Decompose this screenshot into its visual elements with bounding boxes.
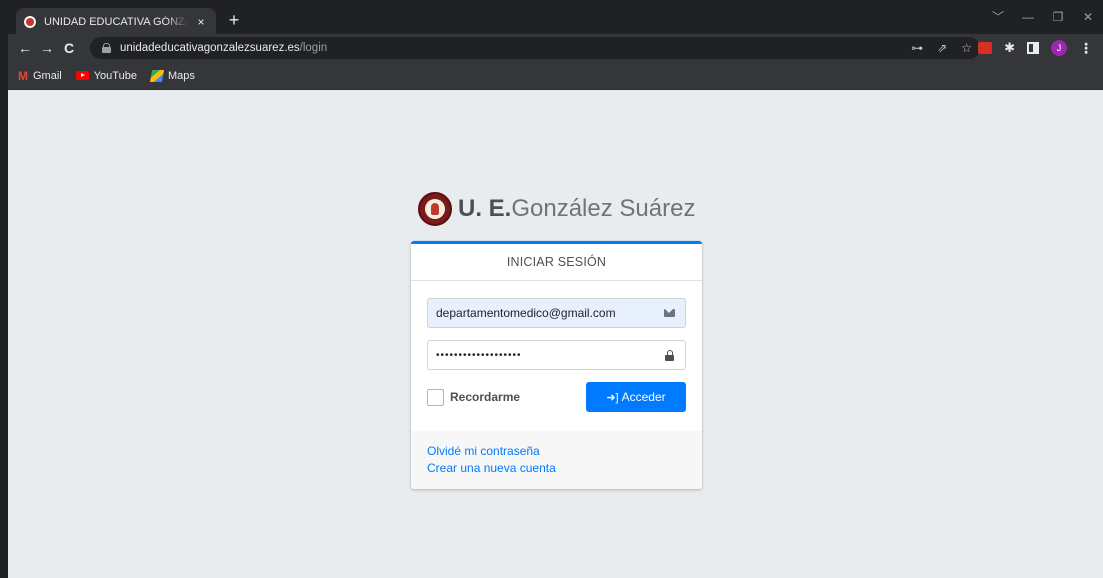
remember-checkbox[interactable] [427, 388, 444, 406]
extension-area: ✱ J ⋮ [978, 34, 1093, 62]
extension-icon[interactable] [978, 42, 993, 54]
login-button-label: Acceder [621, 390, 666, 404]
profile-avatar[interactable]: J [1051, 40, 1067, 56]
forgot-password-link[interactable]: Olvidé mi contraseña [427, 443, 686, 460]
password-group [427, 340, 686, 370]
email-field[interactable] [427, 298, 654, 328]
bookmark-label: Maps [167, 69, 195, 82]
bookmark-label: Gmail [33, 69, 62, 82]
share-icon[interactable]: ⇗ [937, 41, 947, 55]
envelope-icon [664, 309, 675, 317]
brand-name: González Suárez [511, 195, 696, 222]
bookmark-star-icon[interactable]: ☆ [961, 41, 972, 55]
bookmark-label: YouTube [93, 69, 137, 82]
browser-tab[interactable]: UNIDAD EDUCATIVA GÓNZALEZ × [16, 8, 216, 35]
password-field[interactable] [427, 340, 654, 370]
login-card-header: INICIAR SESIÓN [411, 244, 702, 281]
email-group [427, 298, 686, 328]
padlock-icon [665, 349, 674, 361]
login-form: Recordarme ➜] Acceder [411, 281, 702, 431]
register-link[interactable]: Crear una nueva cuenta [427, 460, 686, 477]
new-tab-button[interactable]: + [224, 10, 244, 30]
window-controls: ﹀ — ❐ ✕ [983, 6, 1103, 34]
login-card-footer: Olvidé mi contraseña Crear una nueva cue… [411, 431, 702, 489]
tab-search-icon[interactable]: ﹀ [983, 6, 1013, 34]
login-card: INICIAR SESIÓN Recordarme [411, 241, 702, 489]
brand-short: U. E. [458, 195, 512, 222]
bookmark-youtube[interactable]: YouTube [75, 69, 137, 82]
form-actions: Recordarme ➜] Acceder [427, 382, 686, 412]
login-button[interactable]: ➜] Acceder [586, 382, 686, 412]
close-window-icon[interactable]: ✕ [1073, 6, 1103, 34]
tab-close-icon[interactable]: × [194, 15, 208, 29]
site-favicon-icon [24, 15, 36, 28]
tab-strip: UNIDAD EDUCATIVA GÓNZALEZ × + ﹀ — ❐ ✕ [8, 6, 1103, 35]
page-content: U. E. González Suárez INICIAR SESIÓN dep… [8, 90, 1103, 578]
sign-in-icon: ➜] [606, 391, 619, 404]
restore-icon[interactable]: ❐ [1043, 6, 1073, 34]
forward-button[interactable]: → [36, 40, 58, 56]
email-addon [654, 298, 686, 328]
password-key-icon[interactable]: ⊶ [911, 41, 923, 55]
login-title: INICIAR SESIÓN [506, 255, 607, 269]
gmail-icon: M [18, 68, 28, 83]
menu-kebab-icon[interactable]: ⋮ [1079, 40, 1093, 57]
url-path: /login [299, 42, 328, 54]
remember-label: Recordarme [450, 390, 521, 404]
address-bar[interactable]: unidadeducativagonzalezsuarez.es/login ⊶… [90, 37, 980, 59]
remember-me[interactable]: Recordarme [427, 388, 521, 406]
school-seal-icon [418, 192, 452, 226]
side-panel-icon[interactable] [1027, 42, 1039, 54]
minimize-icon[interactable]: — [1013, 6, 1043, 34]
youtube-icon [75, 71, 89, 80]
brand-logo[interactable]: U. E. González Suárez [418, 192, 695, 226]
lock-icon[interactable] [102, 43, 111, 53]
maps-icon [149, 69, 165, 82]
bookmark-gmail[interactable]: M Gmail [18, 69, 62, 83]
omnibox-actions: ⊶ ⇗ ☆ [911, 37, 972, 59]
extensions-puzzle-icon[interactable]: ✱ [1004, 40, 1015, 56]
password-addon [654, 340, 686, 370]
back-button[interactable]: ← [14, 40, 36, 56]
browser-toolbar: ← → C unidadeducativagonzalezsuarez.es/l… [8, 34, 1103, 62]
url-host: unidadeducativagonzalezsuarez.es [120, 42, 300, 54]
tab-title: UNIDAD EDUCATIVA GÓNZALEZ [44, 15, 188, 28]
bookmarks-bar: M Gmail YouTube Maps [8, 62, 1103, 90]
reload-button[interactable]: C [58, 40, 80, 56]
bookmark-maps[interactable]: Maps [149, 69, 195, 82]
